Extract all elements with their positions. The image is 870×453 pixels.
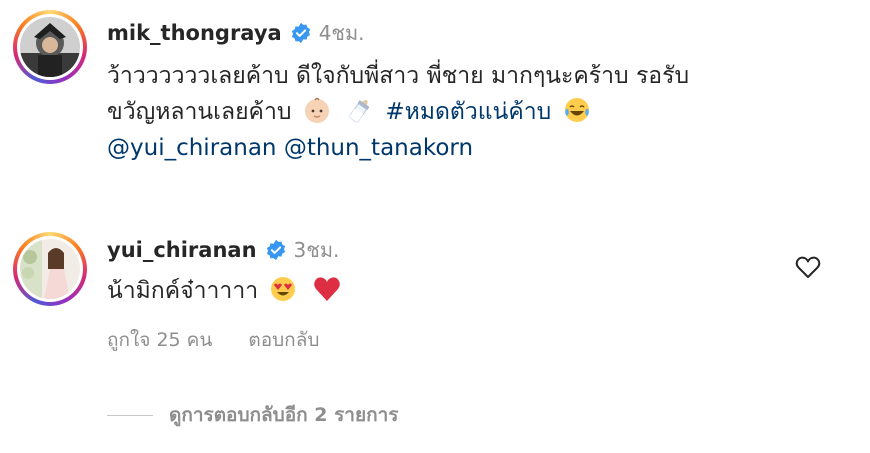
comment-meta-row: ถูกใจ 25 คน ตอบกลับ [107, 325, 319, 355]
view-replies-button[interactable]: ดูการตอบกลับอีก 2 รายการ [107, 400, 398, 430]
post-caption-line-2: ขวัญหลานเลยค้าบ #หมดตัวแน่ค้าบ [107, 94, 595, 130]
comment-likes-count[interactable]: ถูกใจ 25 คน [107, 325, 212, 355]
comment-author-avatar[interactable] [13, 232, 87, 306]
post-timestamp: 4ชม. [318, 21, 365, 45]
comment-header: yui_chiranan 3ชม. [107, 234, 339, 266]
mention-link[interactable]: @thun_tanakorn [284, 135, 473, 161]
comment-username[interactable]: yui_chiranan [107, 238, 257, 262]
caption-text: ขวัญหลานเลยค้าบ [107, 99, 292, 125]
avatar-image [20, 239, 80, 299]
baby-face-emoji-icon [304, 97, 329, 123]
post-caption-line-1: ว้าววววววเลยค้าบ ดีใจกับพี่สาว พี่ชาย มา… [107, 58, 689, 94]
hashtag-link[interactable]: #หมดตัวแน่ค้าบ [385, 99, 551, 125]
view-replies-label: ดูการตอบกลับอีก 2 รายการ [169, 404, 399, 426]
comment-text-line: น้ามิกค์จ๋าาาาา [107, 273, 345, 309]
tears-of-joy-emoji-icon [564, 98, 589, 122]
comment-text: น้ามิกค์จ๋าาาาา [107, 278, 259, 304]
mention-link[interactable]: @yui_chiranan [107, 135, 277, 161]
like-comment-icon[interactable] [795, 255, 821, 279]
reply-button[interactable]: ตอบกลับ [248, 325, 319, 355]
comment-timestamp: 3ชม. [293, 238, 340, 262]
post-author-avatar[interactable] [13, 10, 87, 84]
verified-badge-icon [291, 22, 310, 44]
view-replies-divider [107, 414, 153, 416]
verified-badge-icon [266, 239, 285, 261]
post-caption-line-3: @yui_chiranan @thun_tanakorn [107, 130, 473, 166]
red-heart-emoji-icon [313, 277, 340, 301]
baby-bottle-emoji-icon [349, 99, 370, 123]
avatar-image [20, 17, 80, 77]
heart-eyes-emoji-icon [271, 277, 296, 301]
post-header: mik_thongraya 4ชม. [107, 17, 365, 49]
post-username[interactable]: mik_thongraya [107, 21, 282, 45]
caption-text: ว้าววววววเลยค้าบ ดีใจกับพี่สาว พี่ชาย มา… [107, 63, 690, 89]
section-divider [0, 202, 870, 203]
